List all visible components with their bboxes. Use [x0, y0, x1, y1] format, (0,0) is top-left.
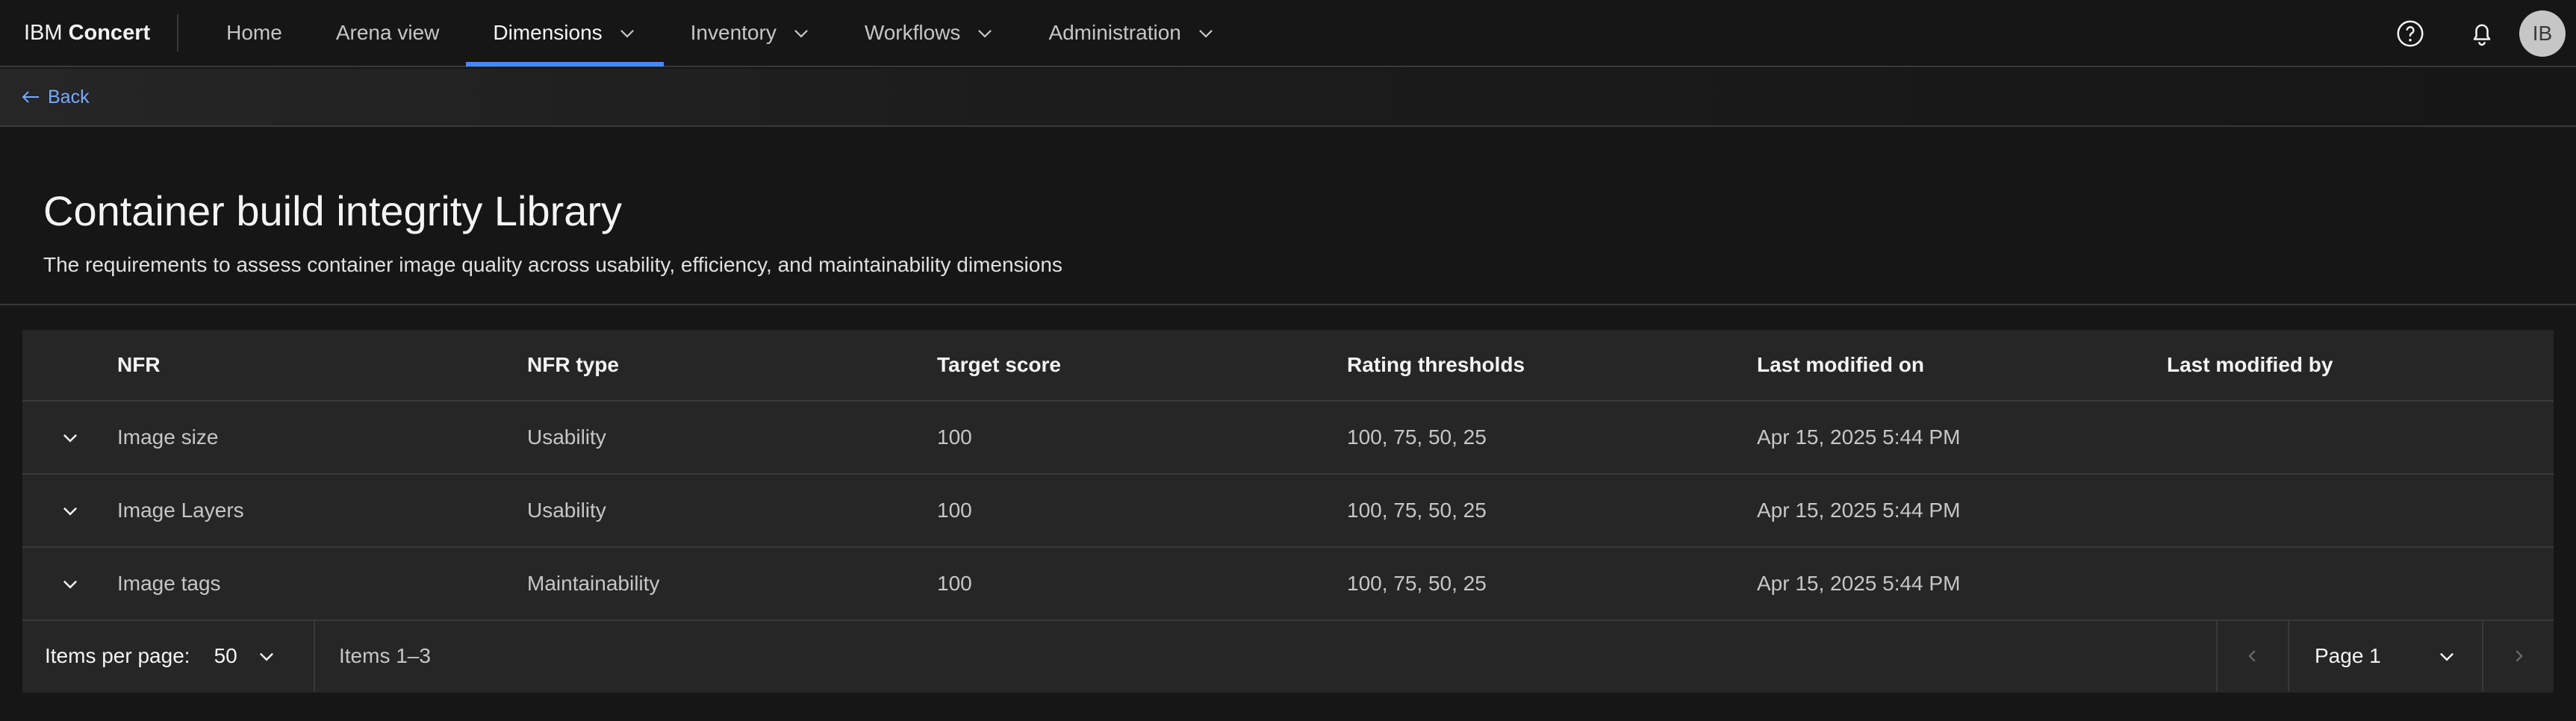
chevron-down-icon	[978, 29, 992, 38]
table-row[interactable]: Image tags Maintainability 100 100, 75, …	[22, 548, 2554, 621]
chevron-right-icon	[2516, 650, 2523, 662]
items-per-page-value: 50	[214, 644, 237, 667]
chevron-down-icon	[1198, 29, 1213, 38]
page-title: Container build integrity Library	[43, 187, 623, 234]
nav-inventory-label: Inventory	[690, 21, 777, 44]
chevron-left-icon	[2248, 650, 2256, 662]
column-header-target-score[interactable]: Target score	[937, 353, 1347, 377]
items-per-page-label: Items per page:	[45, 644, 190, 667]
expand-row-button[interactable]	[22, 574, 117, 593]
chevron-down-icon	[63, 434, 77, 443]
nav-arena-view[interactable]: Arena view	[309, 0, 467, 66]
avatar[interactable]: IB	[2519, 10, 2566, 57]
cell-rating-thresholds: 100, 75, 50, 25	[1347, 572, 1487, 595]
cell-nfr: Image tags	[117, 572, 221, 595]
nav-home-label: Home	[226, 21, 282, 44]
pagination: Items per page: 50 Items 1–3 Page 1	[22, 621, 2554, 691]
bell-icon	[2473, 24, 2491, 46]
header-actions: IB	[2374, 0, 2576, 67]
page-select[interactable]: Page 1	[2288, 621, 2482, 691]
cell-rating-thresholds: 100, 75, 50, 25	[1347, 425, 1487, 449]
next-page-button[interactable]	[2482, 621, 2554, 691]
cell-nfr: Image size	[117, 425, 219, 449]
nav-dimensions-label: Dimensions	[493, 21, 603, 44]
nfr-table: NFR NFR type Target score Rating thresho…	[22, 330, 2554, 693]
table-row[interactable]: Image size Usability 100 100, 75, 50, 25…	[22, 402, 2554, 475]
column-header-nfr-type[interactable]: NFR type	[527, 353, 937, 377]
help-button[interactable]	[2374, 0, 2446, 67]
back-bar: Back	[0, 69, 2576, 127]
column-header-last-modified-on[interactable]: Last modified on	[1757, 353, 2167, 377]
chevron-down-icon	[794, 29, 808, 38]
back-link[interactable]: Back	[21, 87, 90, 108]
cell-target-score: 100	[937, 499, 972, 522]
table-row[interactable]: Image Layers Usability 100 100, 75, 50, …	[22, 475, 2554, 548]
cell-nfr-type: Maintainability	[527, 572, 660, 595]
items-per-page-select[interactable]: 50	[214, 644, 276, 668]
brand-logo[interactable]: IBM Concert	[0, 14, 179, 52]
main-nav: Home Arena view Dimensions Inventory Wor…	[199, 0, 1242, 66]
nav-dimensions[interactable]: Dimensions	[466, 0, 664, 66]
items-range: Items 1–3	[339, 644, 431, 667]
nav-inventory[interactable]: Inventory	[664, 0, 838, 66]
chevron-down-icon	[620, 29, 634, 38]
help-icon	[2397, 20, 2424, 47]
page-description: The requirements to assess container ima…	[43, 253, 1063, 276]
cell-rating-thresholds: 100, 75, 50, 25	[1347, 499, 1487, 522]
arrow-left-icon	[22, 91, 39, 103]
cell-nfr: Image Layers	[117, 499, 244, 522]
expand-row-button[interactable]	[22, 501, 117, 520]
nav-workflows[interactable]: Workflows	[838, 0, 1022, 66]
cell-last-modified-on: Apr 15, 2025 5:44 PM	[1757, 499, 1961, 522]
nav-administration[interactable]: Administration	[1021, 0, 1242, 66]
chevron-down-icon	[63, 507, 77, 516]
nav-home[interactable]: Home	[199, 0, 309, 66]
nav-arena-view-label: Arena view	[335, 21, 440, 44]
cell-last-modified-on: Apr 15, 2025 5:44 PM	[1757, 425, 1961, 449]
items-per-page: Items per page: 50	[22, 621, 315, 691]
cell-nfr-type: Usability	[527, 425, 606, 449]
cell-last-modified-on: Apr 15, 2025 5:44 PM	[1757, 572, 1961, 595]
avatar-initials: IB	[2532, 22, 2553, 45]
back-label: Back	[48, 86, 90, 107]
cell-nfr-type: Usability	[527, 499, 606, 522]
column-header-last-modified-by[interactable]: Last modified by	[2167, 353, 2540, 377]
brand-name: Concert	[68, 20, 151, 45]
chevron-down-icon	[2440, 652, 2454, 661]
brand-prefix: IBM	[24, 20, 63, 45]
cell-target-score: 100	[937, 572, 972, 595]
column-header-nfr[interactable]: NFR	[117, 353, 527, 377]
nav-administration-label: Administration	[1048, 21, 1181, 44]
expand-row-button[interactable]	[22, 428, 117, 447]
table-header: NFR NFR type Target score Rating thresho…	[22, 330, 2554, 402]
previous-page-button[interactable]	[2216, 621, 2288, 691]
top-header: IBM Concert Home Arena view Dimensions I…	[0, 0, 2576, 67]
nav-workflows-label: Workflows	[864, 21, 961, 44]
chevron-down-icon	[259, 652, 273, 661]
divider	[0, 304, 2576, 305]
page-select-value: Page 1	[2315, 644, 2381, 667]
column-header-rating-thresholds[interactable]: Rating thresholds	[1347, 353, 1757, 377]
cell-target-score: 100	[937, 425, 972, 449]
notifications-button[interactable]	[2446, 0, 2518, 67]
chevron-down-icon	[63, 580, 77, 589]
